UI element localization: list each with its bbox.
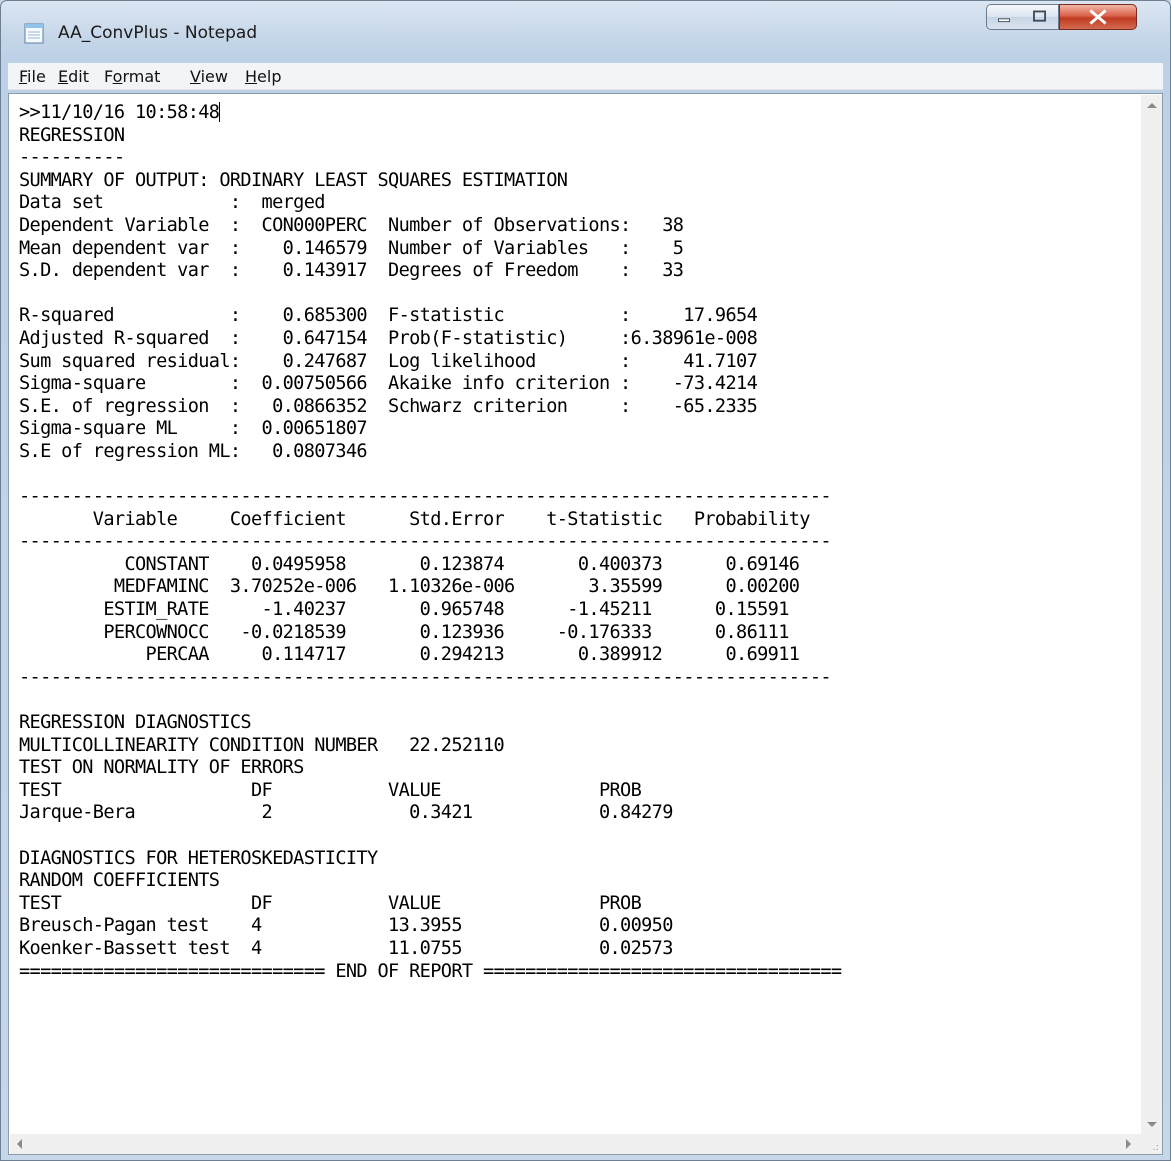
text-line: PERCOWNOCC -0.0218539 0.123936 -0.176333… [19, 621, 789, 643]
menu-bar: File Edit Format View Help [8, 63, 1163, 90]
notepad-window: AA_ConvPlus - Notepad File Edit Format V… [0, 0, 1171, 1161]
text-line: PERCAA 0.114717 0.294213 0.389912 0.6991… [19, 644, 800, 666]
text-line: Koenker-Bassett test 4 11.0755 0.02573 [19, 937, 673, 959]
menu-file[interactable]: File [19, 67, 46, 86]
scroll-left-icon[interactable] [17, 1139, 22, 1149]
menu-view[interactable]: View [190, 67, 228, 86]
text-line: REGRESSION [19, 124, 125, 146]
text-line: Jarque-Bera 2 0.3421 0.84279 [19, 802, 673, 824]
maximize-button[interactable] [1022, 4, 1059, 30]
text-line: CONSTANT 0.0495958 0.123874 0.400373 0.6… [19, 553, 800, 575]
scroll-right-icon[interactable] [1126, 1139, 1131, 1149]
text-caret [219, 102, 221, 122]
text-line: TEST ON NORMALITY OF ERRORS [19, 757, 304, 779]
text-line: Adjusted R-squared : 0.647154 Prob(F-sta… [19, 327, 758, 349]
first-line: >>11/10/16 10:58:48 [19, 102, 220, 123]
text-line: MEDFAMINC 3.70252e-006 1.10326e-006 3.35… [19, 576, 800, 598]
text-line: TEST DF VALUE PROB [19, 779, 642, 801]
text-line: Breusch-Pagan test 4 13.3955 0.00950 [19, 915, 673, 937]
text-line: DIAGNOSTICS FOR HETEROSKEDASTICITY [19, 847, 378, 869]
horizontal-scrollbar[interactable] [10, 1134, 1141, 1154]
text-line: Variable Coefficient Std.Error t-Statist… [19, 508, 811, 530]
text-line: MULTICOLLINEARITY CONDITION NUMBER 22.25… [19, 734, 505, 756]
text-line: Dependent Variable : CON000PERC Number o… [19, 214, 684, 236]
text-editor[interactable]: >>11/10/16 10:58:48 REGRESSION ---------… [8, 93, 1163, 1155]
text-line: ============================= END OF REP… [19, 960, 842, 982]
text-line: S.E. of regression : 0.0866352 Schwarz c… [19, 395, 758, 417]
maximize-icon [1033, 10, 1046, 22]
text-line: REGRESSION DIAGNOSTICS [19, 712, 252, 734]
vertical-scrollbar[interactable] [1141, 95, 1162, 1135]
document-text[interactable]: >>11/10/16 10:58:48 REGRESSION ---------… [19, 102, 1139, 1112]
text-line: ----------------------------------------… [19, 486, 832, 508]
text-line: ---------- [19, 147, 125, 169]
text-line: Sum squared residual: 0.247687 Log likel… [19, 350, 758, 372]
title-bar[interactable]: AA_ConvPlus - Notepad [1, 1, 1170, 63]
close-icon [1089, 9, 1107, 25]
text-line: TEST DF VALUE PROB [19, 892, 642, 914]
notepad-icon [24, 23, 44, 44]
text-line: Mean dependent var : 0.146579 Number of … [19, 237, 684, 259]
close-button[interactable] [1059, 4, 1137, 30]
text-line: Sigma-square : 0.00750566 Akaike info cr… [19, 373, 758, 395]
text-line: R-squared : 0.685300 F-statistic : 17.96… [19, 305, 758, 327]
text-line: ----------------------------------------… [19, 531, 832, 553]
text-line: ESTIM_RATE -1.40237 0.965748 -1.45211 0.… [19, 599, 789, 621]
minimize-button[interactable] [986, 4, 1023, 30]
text-line: SUMMARY OF OUTPUT: ORDINARY LEAST SQUARE… [19, 169, 568, 191]
text-line: Sigma-square ML : 0.00651807 [19, 418, 368, 440]
menu-help[interactable]: Help [245, 67, 281, 86]
text-line: Data set : merged [19, 192, 325, 214]
scroll-up-icon[interactable] [1147, 103, 1157, 108]
size-grip[interactable]: .: [1141, 1134, 1162, 1154]
menu-format[interactable]: Format [104, 67, 160, 86]
window-title: AA_ConvPlus - Notepad [58, 23, 258, 43]
resize-grip-icon: .: [1152, 1142, 1159, 1153]
menu-edit[interactable]: Edit [58, 67, 89, 86]
text-line: RANDOM COEFFICIENTS [19, 870, 220, 892]
text-line: S.D. dependent var : 0.143917 Degrees of… [19, 260, 684, 282]
scroll-down-icon[interactable] [1147, 1122, 1157, 1127]
text-line: ----------------------------------------… [19, 666, 832, 688]
minimize-icon [998, 18, 1011, 23]
text-line: S.E of regression ML: 0.0807346 [19, 440, 368, 462]
